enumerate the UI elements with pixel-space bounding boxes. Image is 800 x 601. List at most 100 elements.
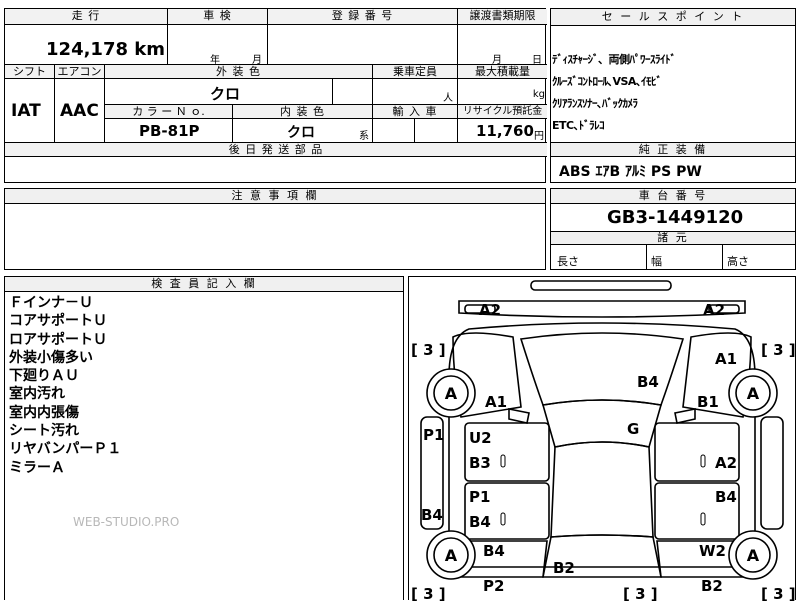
dims-width: 幅 [647, 245, 723, 269]
shaken-month: 月 [252, 55, 262, 66]
recycle-label: リサイクル預託金 [458, 105, 547, 119]
bracket-value: 3 [423, 341, 433, 359]
aircon-value-cell: AAC [55, 79, 105, 143]
mirror-left [508, 408, 530, 424]
handle-front-right [700, 454, 706, 468]
mark-g: G [627, 420, 639, 438]
bracket-value: 3 [773, 341, 783, 359]
sales-line: ﾃﾞｨｽﾁｬｰｼﾞ、両側ﾊﾟﾜｰｽﾗｲﾄﾞ [552, 53, 676, 66]
mileage-label: 走 行 [5, 9, 168, 25]
bracket-front-left: [ 3 ] [411, 341, 446, 359]
exterior-label: 外 装 色 [105, 65, 373, 79]
mark-a2-door-right: A2 [715, 454, 737, 472]
sales-point-lines: ﾃﾞｨｽﾁｬｰｼﾞ、両側ﾊﾟﾜｰｽﾗｲﾄﾞ ｸﾙｰｽﾞｺﾝﾄﾛｰﾙ､VSA､ｲﾓ… [552, 49, 676, 137]
chassis-box: 車 台 番 号 GB3-1449120 諸 元 長さ 幅 高さ [550, 188, 796, 270]
shift-value: IAT [11, 101, 41, 121]
door-front-right [654, 422, 740, 482]
mark-a2-right: A2 [703, 301, 725, 319]
mark-u2: U2 [469, 429, 492, 447]
registration-value-cell [268, 25, 458, 65]
mark-b4-hood: B4 [637, 373, 659, 391]
exterior-value-cell: クロ [105, 79, 333, 105]
roof [550, 441, 654, 538]
dims-height-label: 高さ [727, 255, 749, 268]
later-parts-value [5, 157, 547, 182]
mark-p1-left: P1 [423, 426, 444, 444]
transfer-day: 日 [532, 55, 542, 66]
transfer-value-cell: 月 日 [458, 25, 547, 66]
mark-b4-rocker-left: B4 [421, 506, 443, 524]
chassis-value: GB3-1449120 [607, 207, 744, 228]
sales-point-box: セ ー ル ス ポ イ ン ト ﾃﾞｨｽﾁｬｰｼﾞ、両側ﾊﾟﾜｰｽﾗｲﾄﾞ ｸﾙ… [550, 8, 796, 183]
tire-mark: A [747, 384, 760, 403]
sales-line: ｸﾙｰｽﾞｺﾝﾄﾛｰﾙ､VSA､ｲﾓﾋﾞ [552, 75, 662, 88]
inspector-line: 外装小傷多い [9, 349, 93, 366]
mark-a2-left: A2 [479, 301, 501, 319]
registration-label: 登 録 番 号 [268, 9, 458, 25]
rocker-right [760, 416, 784, 530]
handle-rear-left [500, 512, 506, 526]
mark-b3: B3 [469, 454, 491, 472]
equipment-value: ABS ｴｱB ｱﾙﾐ PS PW [559, 164, 702, 180]
mark-b4-rear-left: B4 [483, 542, 505, 560]
import-value-left [373, 119, 415, 143]
mark-b4-door-right: B4 [715, 488, 737, 506]
inspector-line: Ｆインナ－Ｕ [9, 295, 93, 311]
max-load-unit: kg [532, 89, 545, 100]
front-bumper-top [530, 280, 672, 291]
interior-label: 内 装 色 [233, 105, 373, 119]
hood [519, 332, 685, 406]
dims-title: 諸 元 [551, 231, 795, 245]
bracket-rear-right: [ 3 ] [761, 585, 795, 601]
bracket-rear-left: [ 3 ] [411, 585, 446, 601]
handle-front-left [500, 454, 506, 468]
tire-mark: A [445, 546, 458, 565]
mark-p2: P2 [483, 577, 504, 595]
later-parts-label: 後 日 発 送 部 品 [5, 143, 547, 157]
inspector-line: コアサポートＵ [9, 313, 107, 330]
vehicle-info-grid: 走 行 車 検 登 録 番 号 譲渡書類期限 124,178 km 年 月 月 … [4, 8, 547, 183]
car-body-outline [448, 322, 756, 568]
aircon-value: AAC [60, 101, 99, 121]
inspector-lines: Ｆインナ－Ｕ コアサポートＵ ロアサポートＵ 外装小傷多い 下廻りＡＵ 室内汚れ… [9, 294, 121, 477]
bracket-front-right: [ 3 ] [761, 341, 795, 359]
chassis-title: 車 台 番 号 [551, 189, 795, 204]
bracket-value: 3 [423, 585, 433, 601]
dims-length: 長さ [551, 245, 647, 269]
mirror-right [674, 408, 696, 424]
interior-value-cell: クロ 系 [233, 119, 373, 143]
watermark: WEB-STUDIO.PRO [73, 515, 180, 529]
notes-title: 注 意 事 項 欄 [5, 189, 545, 204]
shaken-value-cell: 年 月 [168, 25, 268, 66]
mark-a1-right: A1 [715, 350, 737, 368]
exterior-value: クロ [210, 85, 241, 103]
recycle-value-cell: 11,760 円 [458, 119, 547, 143]
inspector-line: リヤバンパーＰ１ [9, 441, 122, 458]
dims-row: 長さ 幅 高さ [551, 245, 795, 269]
mark-b1-right: B1 [697, 393, 719, 411]
equipment-title: 純 正 装 備 [551, 142, 795, 157]
car-diagram-box: A A A A [ 3 ] [ 3 ] [ 3 ] [ 3 ] [ 3 ] A2… [408, 276, 796, 601]
mileage-value-cell: 124,178 km [5, 25, 168, 65]
notes-box: 注 意 事 項 欄 [4, 188, 546, 270]
bracket-value: 3 [635, 585, 645, 601]
inspector-line: 下廻りＡＵ [9, 368, 79, 385]
tire-mark: A [445, 384, 458, 403]
dims-height: 高さ [723, 245, 795, 269]
bracket-value: 3 [773, 585, 783, 601]
shaken-year: 年 [210, 55, 220, 66]
inspector-line: シート汚れ [9, 423, 79, 440]
inspector-box: 検 査 員 記 入 欄 Ｆインナ－Ｕ コアサポートＵ ロアサポートＵ 外装小傷多… [4, 276, 404, 600]
shaken-label: 車 検 [168, 9, 268, 25]
max-load-value-cell: kg [458, 79, 547, 105]
mark-b4-mid: B4 [469, 513, 491, 531]
import-label: 輸 入 車 [373, 105, 458, 119]
bracket-rear-center: [ 3 ] [623, 585, 658, 601]
color-no-value-cell: PB-81P [105, 119, 233, 143]
mark-b2-right: B2 [701, 577, 723, 595]
aircon-label: エアコン [55, 65, 105, 79]
interior-value: クロ [287, 125, 315, 141]
color-no-value: PB-81P [139, 122, 200, 140]
dims-length-label: 長さ [557, 255, 579, 268]
inspector-line: 室内内張傷 [9, 404, 79, 421]
